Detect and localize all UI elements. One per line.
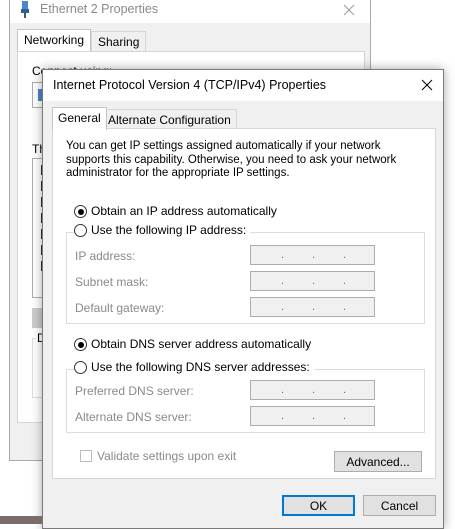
ethernet-window-title: Ethernet 2 Properties	[40, 2, 159, 16]
taskbar-fragment	[0, 516, 42, 524]
intro-text: You can get IP settings assigned automat…	[66, 140, 397, 179]
advanced-button[interactable]: Advanced...	[334, 451, 422, 472]
ok-button[interactable]: OK	[282, 495, 355, 516]
ipv4-properties-dialog: Internet Protocol Version 4 (TCP/IPv4) P…	[42, 69, 444, 529]
radio-button[interactable]	[74, 361, 87, 374]
network-adapter-icon	[21, 1, 29, 18]
radio-button[interactable]	[74, 224, 87, 237]
cancel-button[interactable]: Cancel	[363, 495, 436, 516]
ethernet-titlebar: Ethernet 2 Properties	[10, 0, 370, 23]
dialog-title: Internet Protocol Version 4 (TCP/IPv4) P…	[53, 78, 327, 92]
use-following-dns-radio[interactable]: Use the following DNS server addresses:	[74, 360, 314, 375]
alternate-dns-label: Alternate DNS server:	[75, 410, 192, 424]
radio-button[interactable]	[74, 338, 87, 351]
tab-general[interactable]: General	[52, 107, 107, 130]
preferred-dns-label: Preferred DNS server:	[75, 384, 194, 398]
default-gateway-label: Default gateway:	[75, 301, 165, 315]
radio-button[interactable]	[74, 205, 87, 218]
ip-address-field[interactable]: ...	[250, 245, 375, 265]
tab-sharing[interactable]: Sharing	[91, 31, 147, 52]
default-gateway-field[interactable]: ...	[250, 297, 375, 317]
ethernet-close-icon[interactable]	[334, 0, 364, 21]
ip-address-label: IP address:	[75, 249, 136, 263]
general-panel: You can get IP settings assigned automat…	[52, 128, 436, 479]
use-following-ip-radio[interactable]: Use the following IP address:	[74, 223, 250, 238]
alternate-dns-field[interactable]: ...	[250, 406, 375, 426]
close-icon[interactable]	[411, 70, 443, 100]
dialog-tabs: General Alternate Configuration	[52, 107, 442, 130]
dialog-titlebar: Internet Protocol Version 4 (TCP/IPv4) P…	[43, 70, 443, 101]
tab-alternate-configuration[interactable]: Alternate Configuration	[102, 109, 237, 129]
subnet-mask-field[interactable]: ...	[250, 271, 375, 291]
preferred-dns-field[interactable]: ...	[250, 380, 375, 400]
subnet-mask-label: Subnet mask:	[75, 275, 149, 289]
validate-settings-checkbox[interactable]	[80, 450, 92, 462]
tab-networking[interactable]: Networking	[17, 29, 92, 52]
